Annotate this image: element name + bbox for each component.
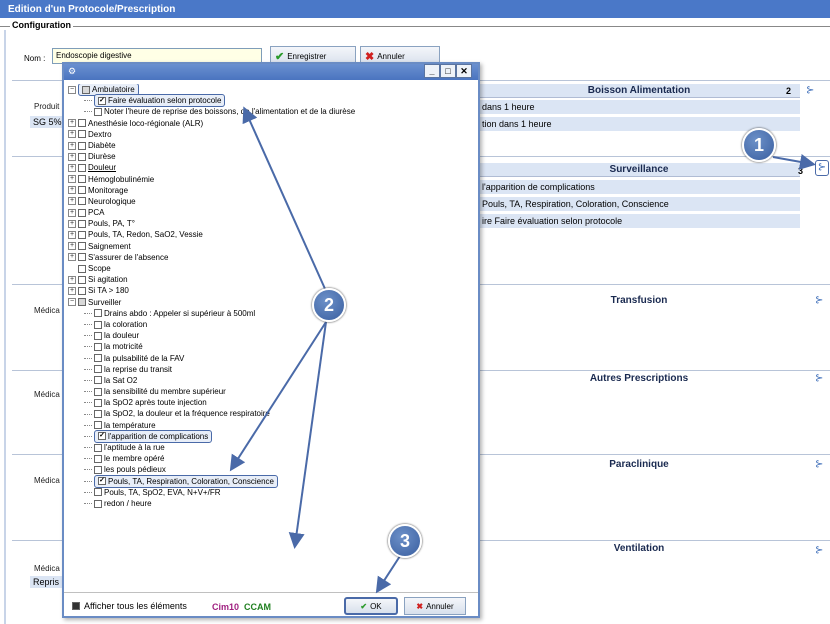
arrow-2b <box>229 321 327 472</box>
arrow-3 <box>375 555 401 594</box>
callout-1: 1 <box>742 128 776 162</box>
arrow-2a <box>242 106 331 301</box>
arrow-1 <box>772 154 816 170</box>
callout-2: 2 <box>312 288 346 322</box>
arrow-2c <box>288 321 327 549</box>
callout-3: 3 <box>388 524 422 558</box>
